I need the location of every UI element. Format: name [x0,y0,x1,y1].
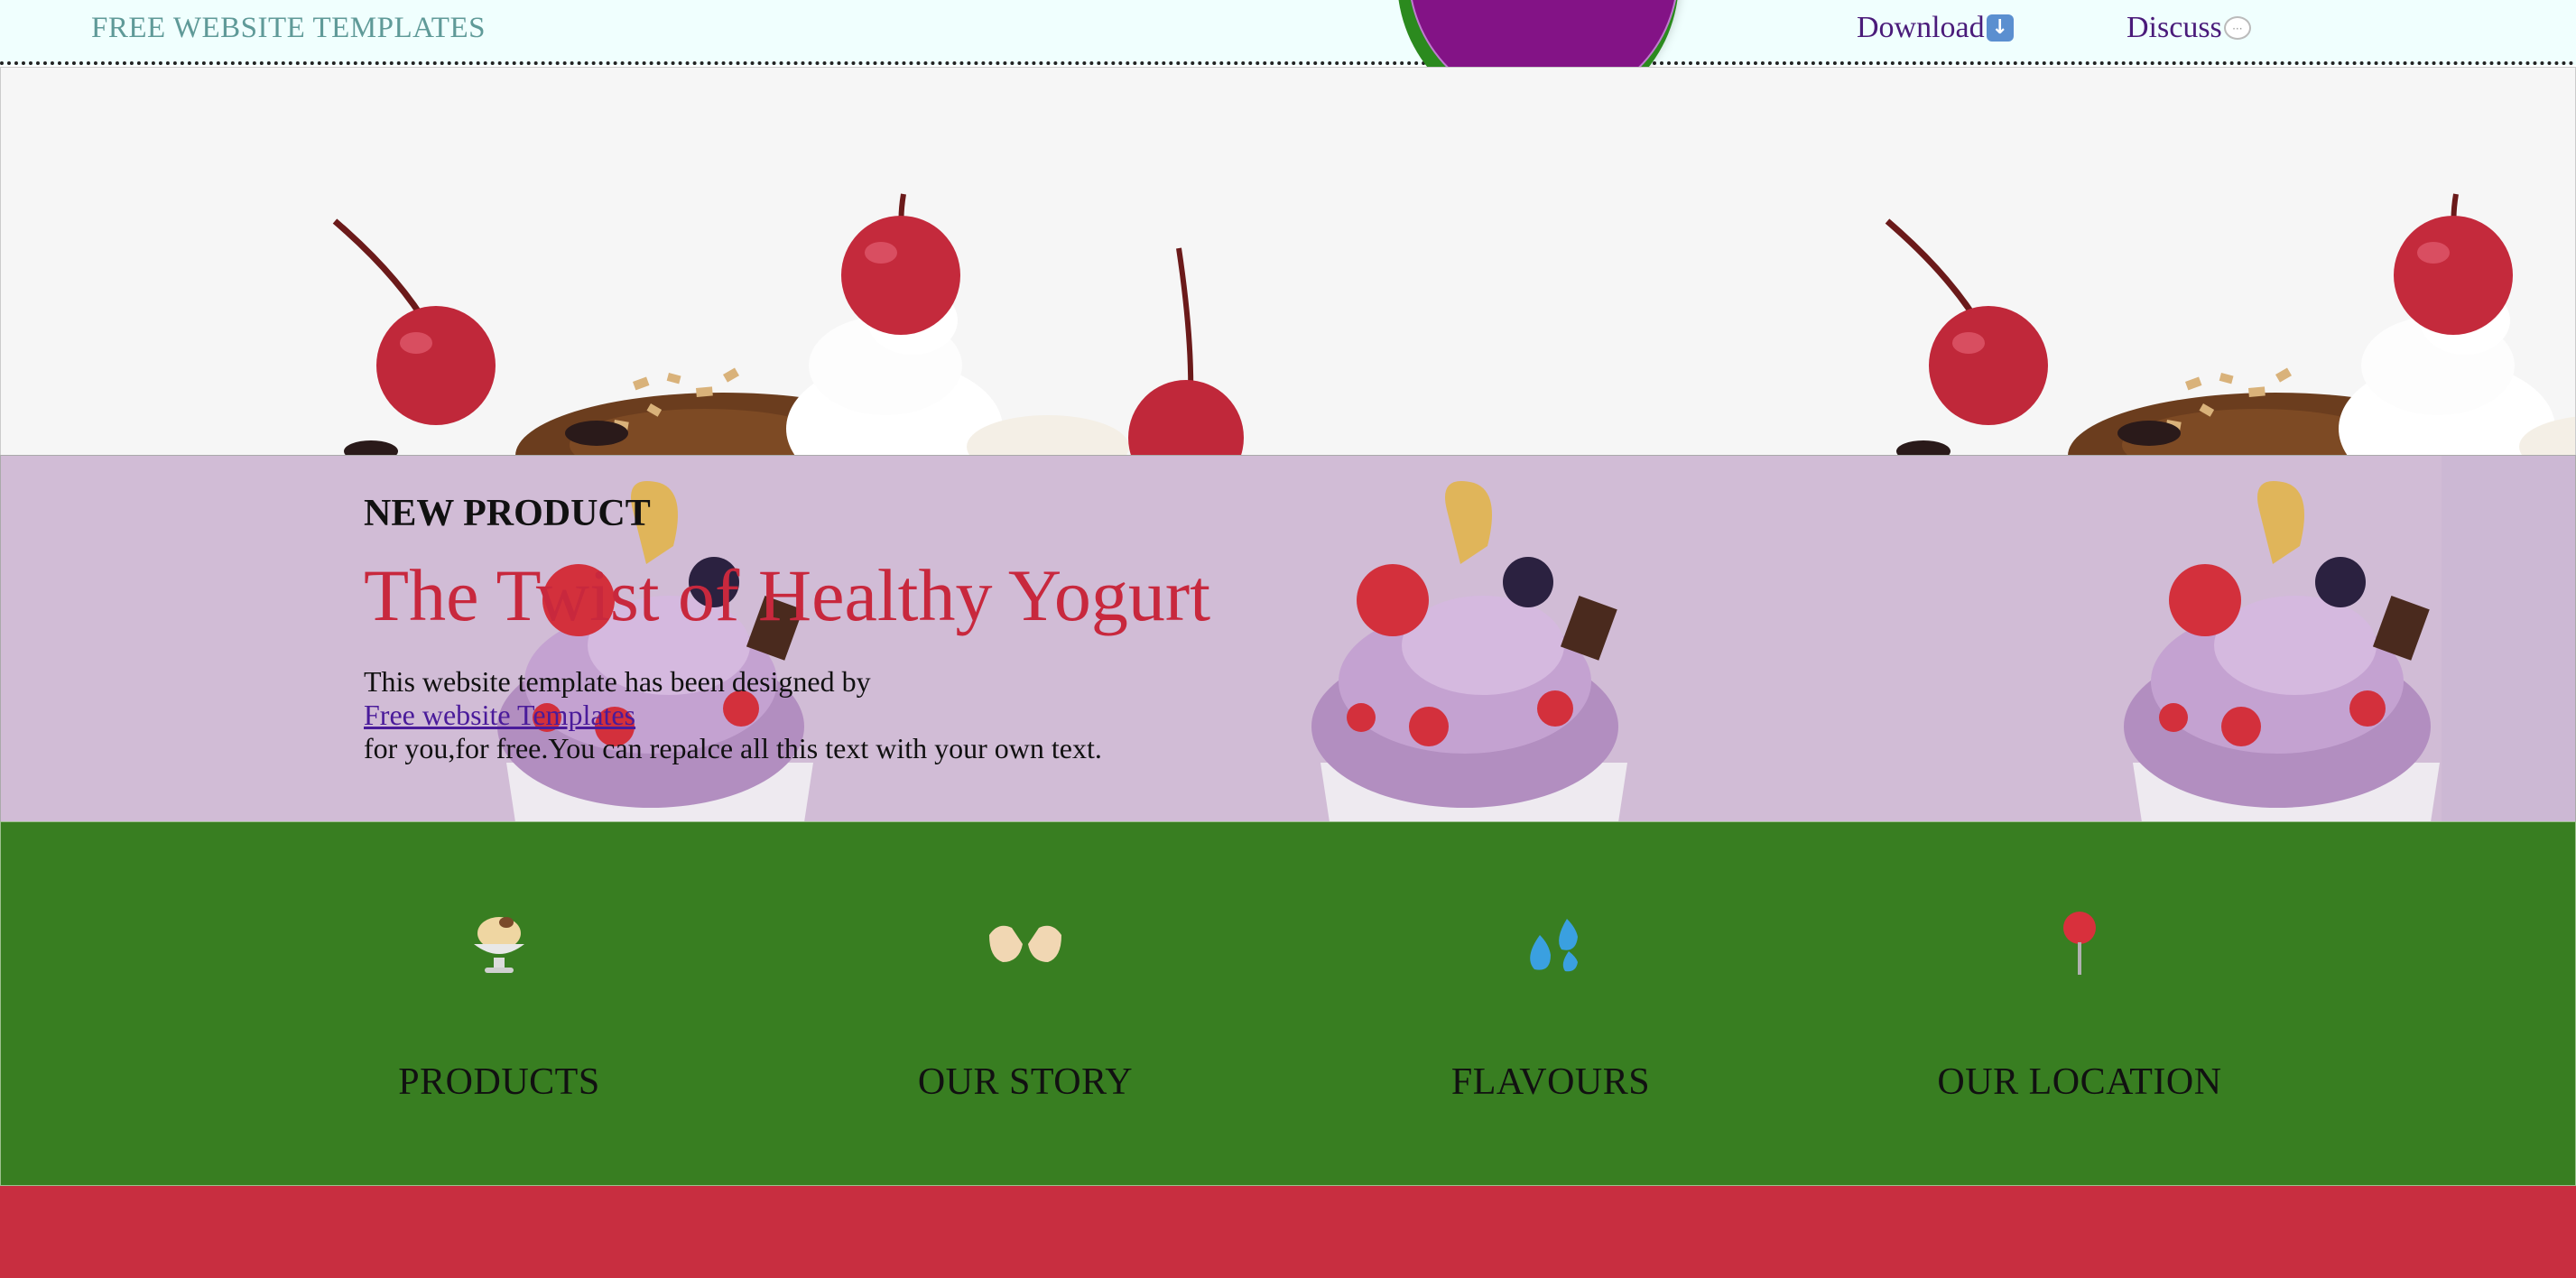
feature-our-location[interactable]: OUR LOCATION [1917,903,2242,1104]
top-bar: FREE WEBSITE TEMPLATES Download ↓ Discus… [0,0,2576,65]
promo-kicker: NEW PRODUCT [364,493,651,534]
droplets-icon [1388,903,1713,985]
sundae-banner-image [332,68,2575,456]
nav-discuss-link[interactable]: Discuss ··· [2127,11,2251,45]
promo-text: NEW PRODUCT The Twist of Healthy Yogurt … [364,492,1357,765]
nav-download-label: Download [1857,11,1985,44]
feature-our-story[interactable]: OUR STORY [863,903,1188,1104]
nav-download-link[interactable]: Download ↓ [1857,11,2014,45]
free-website-templates-link[interactable]: Free website Templates [364,699,1357,732]
promo-body-after: for you,for free.You can repalce all thi… [364,732,1102,764]
hero-banner [0,67,2576,457]
promo-body-before: This website template has been designed … [364,665,871,698]
footer-band [0,1186,2576,1278]
features-section: PRODUCTS OUR STORY FLAVOURS OUR LOCATION [0,821,2576,1186]
feature-our-story-label: OUR STORY [917,1061,1134,1103]
download-arrow-icon: ↓ [1986,14,2014,42]
ice-cream-bowl-icon [337,903,662,985]
feature-our-location-label: OUR LOCATION [1937,1061,2222,1103]
map-pin-icon [1917,903,2242,985]
nav-discuss-label: Discuss [2127,11,2222,44]
promo-body: This website template has been designed … [364,665,1357,765]
speech-bubble-icon: ··· [2223,16,2251,40]
feature-products-label: PRODUCTS [398,1061,600,1103]
promo-title: The Twist of Healthy Yogurt [364,554,1210,636]
brand-link[interactable]: FREE WEBSITE TEMPLATES [91,12,486,45]
feature-flavours[interactable]: FLAVOURS [1388,903,1713,1104]
new-product-section: NEW PRODUCT The Twist of Healthy Yogurt … [0,455,2576,823]
feature-flavours-label: FLAVOURS [1450,1061,1651,1103]
feature-products[interactable]: PRODUCTS [337,903,662,1104]
open-hands-icon [863,903,1188,985]
